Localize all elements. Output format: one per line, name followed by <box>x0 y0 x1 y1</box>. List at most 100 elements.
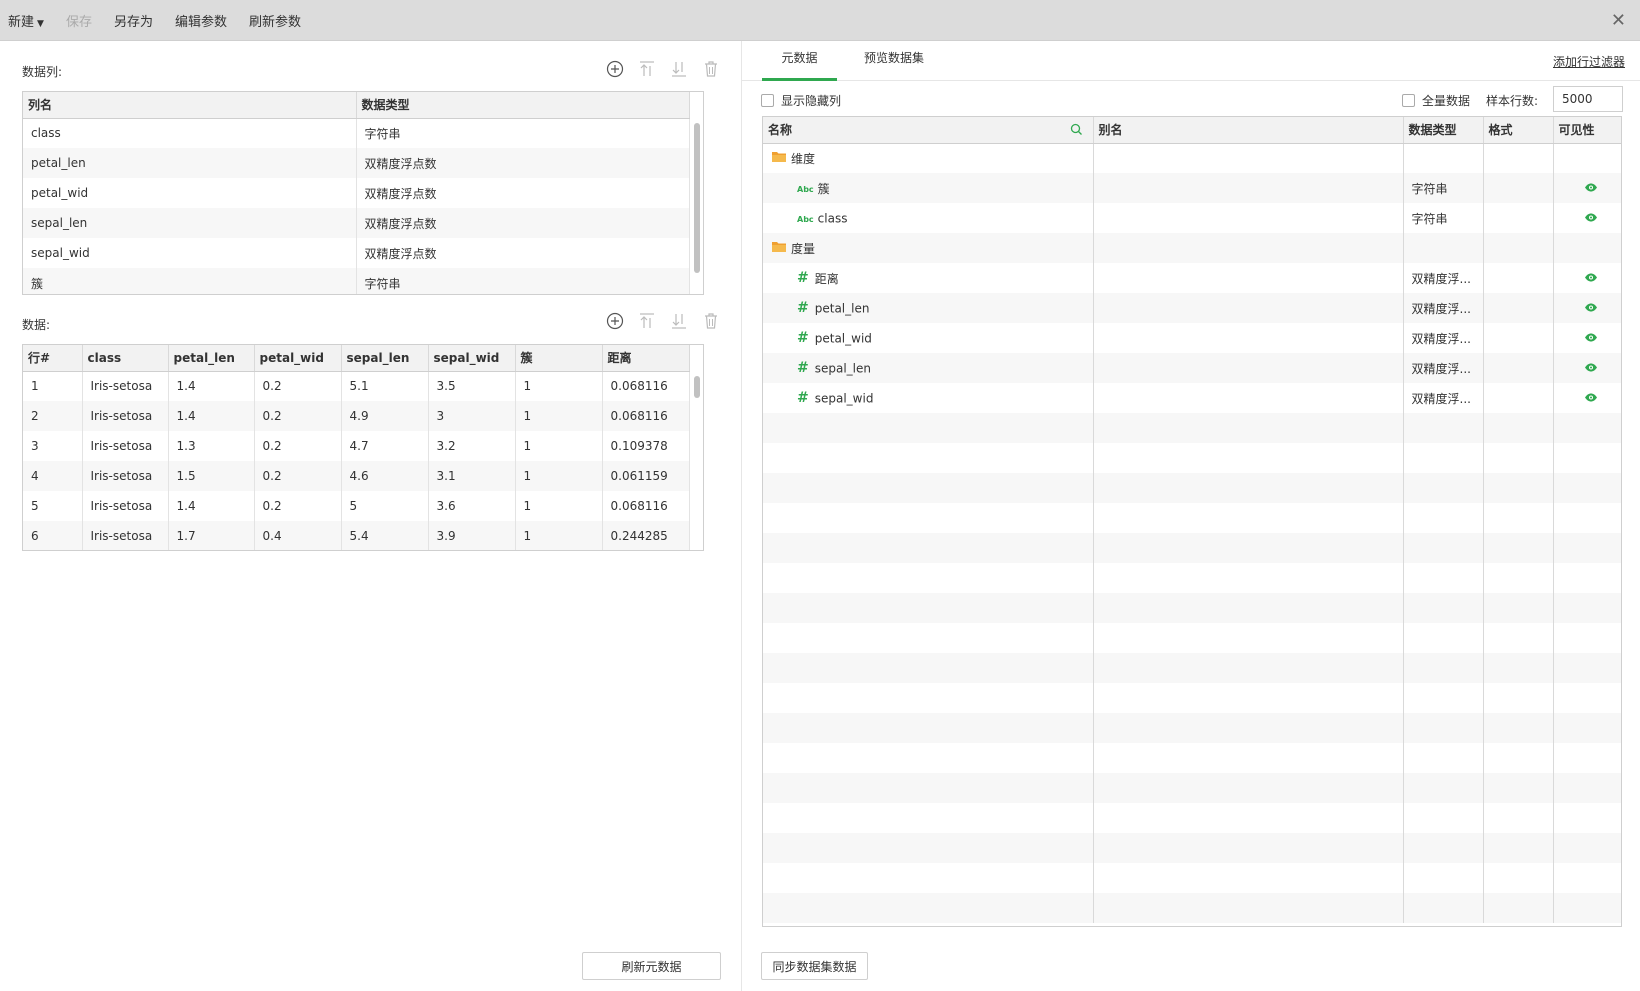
meta-format-cell[interactable] <box>1483 233 1554 263</box>
eye-icon[interactable] <box>1584 271 1598 285</box>
meta-alias-cell[interactable] <box>1093 863 1404 893</box>
edit-params-button[interactable]: 编辑参数 <box>175 11 227 30</box>
meta-header-alias[interactable]: 别名 <box>1093 117 1404 144</box>
eye-icon[interactable] <box>1584 181 1598 195</box>
columns-scrollbar-thumb[interactable] <box>694 123 700 273</box>
meta-header-visibility[interactable]: 可见性 <box>1553 117 1621 144</box>
add-circle-icon[interactable] <box>606 60 624 78</box>
table-row[interactable]: 度量 <box>763 233 1621 263</box>
move-down-icon[interactable] <box>670 312 688 330</box>
sample-rows-input[interactable] <box>1553 86 1623 112</box>
data-column-header[interactable]: 距离 <box>602 345 690 372</box>
meta-alias-cell[interactable] <box>1093 443 1404 473</box>
meta-alias-cell[interactable] <box>1093 833 1404 863</box>
meta-alias-cell[interactable] <box>1093 173 1404 203</box>
meta-format-cell[interactable] <box>1483 653 1554 683</box>
eye-icon[interactable] <box>1584 331 1598 345</box>
meta-format-cell[interactable] <box>1483 413 1554 443</box>
add-circle-icon[interactable] <box>606 312 624 330</box>
data-column-header[interactable]: petal_len <box>168 345 255 372</box>
trash-icon[interactable] <box>702 60 720 78</box>
meta-format-cell[interactable] <box>1483 203 1554 233</box>
meta-alias-cell[interactable] <box>1093 893 1404 923</box>
meta-alias-cell[interactable] <box>1093 203 1404 233</box>
meta-header-name[interactable]: 名称 <box>763 117 1094 144</box>
meta-format-cell[interactable] <box>1483 353 1554 383</box>
show-hidden-checkbox[interactable] <box>761 94 774 107</box>
meta-alias-cell[interactable] <box>1093 413 1404 443</box>
table-row[interactable]: 4 Iris-setosa 1.5 0.2 4.6 3.1 1 0.061159 <box>23 461 690 491</box>
table-row[interactable]: petal_len 双精度浮点数 <box>23 148 690 178</box>
meta-alias-cell[interactable] <box>1093 263 1404 293</box>
eye-icon[interactable] <box>1584 361 1598 375</box>
meta-alias-cell[interactable] <box>1093 563 1404 593</box>
data-scrollbar[interactable] <box>689 372 703 550</box>
meta-alias-cell[interactable] <box>1093 653 1404 683</box>
meta-format-cell[interactable] <box>1483 623 1554 653</box>
meta-alias-cell[interactable] <box>1093 143 1404 173</box>
refresh-params-button[interactable]: 刷新参数 <box>249 11 301 30</box>
table-row[interactable]: Abc 簇 字符串 <box>763 173 1621 203</box>
data-scrollbar-thumb[interactable] <box>694 376 700 398</box>
eye-icon[interactable] <box>1584 211 1598 225</box>
meta-format-cell[interactable] <box>1483 893 1554 923</box>
meta-format-cell[interactable] <box>1483 263 1554 293</box>
column-header-name[interactable]: 列名 <box>23 92 357 119</box>
data-column-header[interactable]: petal_wid <box>254 345 342 372</box>
meta-alias-cell[interactable] <box>1093 503 1404 533</box>
meta-format-cell[interactable] <box>1483 293 1554 323</box>
meta-format-cell[interactable] <box>1483 713 1554 743</box>
meta-alias-cell[interactable] <box>1093 743 1404 773</box>
table-row[interactable]: Abc class 字符串 <box>763 203 1621 233</box>
table-row[interactable]: class 字符串 <box>23 118 690 148</box>
table-row[interactable]: 6 Iris-setosa 1.7 0.4 5.4 3.9 1 0.244285 <box>23 521 690 550</box>
table-row[interactable]: petal_wid 双精度浮点数 <box>23 178 690 208</box>
meta-format-cell[interactable] <box>1483 503 1554 533</box>
sync-dataset-button[interactable]: 同步数据集数据 <box>761 952 868 980</box>
columns-scrollbar[interactable] <box>689 119 703 294</box>
meta-alias-cell[interactable] <box>1093 713 1404 743</box>
eye-icon[interactable] <box>1584 301 1598 315</box>
trash-icon[interactable] <box>702 312 720 330</box>
meta-format-cell[interactable] <box>1483 773 1554 803</box>
meta-format-cell[interactable] <box>1483 443 1554 473</box>
column-header-type[interactable]: 数据类型 <box>356 92 690 119</box>
meta-alias-cell[interactable] <box>1093 683 1404 713</box>
meta-alias-cell[interactable] <box>1093 233 1404 263</box>
data-column-header[interactable]: 行# <box>23 345 83 372</box>
meta-alias-cell[interactable] <box>1093 803 1404 833</box>
meta-alias-cell[interactable] <box>1093 473 1404 503</box>
meta-format-cell[interactable] <box>1483 533 1554 563</box>
meta-format-cell[interactable] <box>1483 803 1554 833</box>
meta-alias-cell[interactable] <box>1093 623 1404 653</box>
search-icon[interactable] <box>1070 123 1083 139</box>
meta-alias-cell[interactable] <box>1093 323 1404 353</box>
meta-format-cell[interactable] <box>1483 743 1554 773</box>
move-down-icon[interactable] <box>670 60 688 78</box>
table-row[interactable]: 3 Iris-setosa 1.3 0.2 4.7 3.2 1 0.109378 <box>23 431 690 461</box>
meta-format-cell[interactable] <box>1483 473 1554 503</box>
meta-format-cell[interactable] <box>1483 143 1554 173</box>
table-row[interactable]: 1 Iris-setosa 1.4 0.2 5.1 3.5 1 0.068116 <box>23 371 690 401</box>
meta-header-type[interactable]: 数据类型 <box>1403 117 1484 144</box>
meta-header-format[interactable]: 格式 <box>1483 117 1554 144</box>
table-row[interactable]: sepal_wid 双精度浮点数 <box>23 238 690 268</box>
data-column-header[interactable]: class <box>82 345 169 372</box>
table-row[interactable]: 5 Iris-setosa 1.4 0.2 5 3.6 1 0.068116 <box>23 491 690 521</box>
refresh-metadata-button[interactable]: 刷新元数据 <box>582 952 721 980</box>
table-row[interactable]: sepal_len 双精度浮点数 <box>23 208 690 238</box>
add-row-filter-link[interactable]: 添加行过滤器 <box>1553 53 1625 70</box>
table-row[interactable]: 2 Iris-setosa 1.4 0.2 4.9 3 1 0.068116 <box>23 401 690 431</box>
move-up-icon[interactable] <box>638 312 656 330</box>
meta-format-cell[interactable] <box>1483 593 1554 623</box>
meta-format-cell[interactable] <box>1483 683 1554 713</box>
meta-format-cell[interactable] <box>1483 563 1554 593</box>
meta-alias-cell[interactable] <box>1093 383 1404 413</box>
meta-alias-cell[interactable] <box>1093 593 1404 623</box>
meta-alias-cell[interactable] <box>1093 773 1404 803</box>
data-column-header[interactable]: sepal_len <box>341 345 429 372</box>
move-up-icon[interactable] <box>638 60 656 78</box>
tab-preview-dataset[interactable]: 预览数据集 <box>848 41 940 81</box>
tab-metadata[interactable]: 元数据 <box>762 41 837 81</box>
new-menu[interactable]: 新建 ▼ <box>8 11 44 30</box>
